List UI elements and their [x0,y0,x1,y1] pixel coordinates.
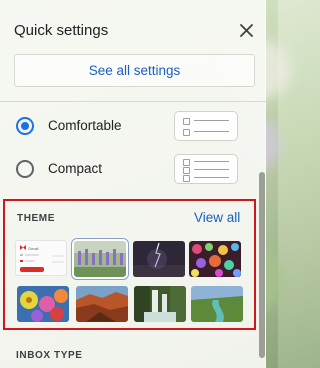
theme-thumbnail-default[interactable]: Gmail [15,240,67,276]
theme-thumbnail-waterfall[interactable] [134,286,186,322]
canyon-theme-preview [76,286,128,322]
default-theme-preview: Gmail [20,245,64,272]
density-label-comfortable: Comfortable [48,118,122,133]
lightning-theme-preview [133,241,185,277]
radio-comfortable[interactable] [16,117,34,135]
comfortable-preview-icon [174,111,238,141]
theme-section: THEME View all Gmail [3,199,256,330]
density-label-compact: Compact [48,161,103,176]
panel-scrollbar[interactable] [259,172,265,358]
density-option-compact[interactable]: Compact [16,154,246,184]
close-icon [239,23,253,37]
radio-compact[interactable] [16,160,34,178]
theme-thumbnail-lightning[interactable] [133,241,185,277]
theme-thumbnail-river[interactable] [191,286,243,322]
flowers-theme-preview [17,286,69,322]
theme-heading: THEME [17,213,55,224]
bokeh-theme-preview [189,241,241,277]
density-option-comfortable[interactable]: Comfortable [16,111,246,141]
divider [0,101,266,102]
theme-thumbnail-canyon[interactable] [76,286,128,322]
compact-preview-icon [174,154,238,184]
mini-gmail-label: Gmail [28,246,39,251]
panel-title: Quick settings [14,22,109,39]
theme-thumbnail-flowers[interactable] [17,286,69,322]
quick-settings-panel: Quick settings See all settings Comforta… [0,0,266,368]
theme-thumbnail-bokeh[interactable] [189,241,241,277]
waterfall-theme-preview [134,286,186,322]
view-all-themes-link[interactable]: View all [194,210,240,225]
lavender-theme-preview [74,241,126,277]
theme-thumbnail-lavender[interactable] [72,239,128,279]
inbox-type-heading: INBOX TYPE [16,350,83,361]
river-theme-preview [191,286,243,322]
see-all-settings-button[interactable]: See all settings [14,54,255,87]
close-button[interactable] [236,20,256,40]
